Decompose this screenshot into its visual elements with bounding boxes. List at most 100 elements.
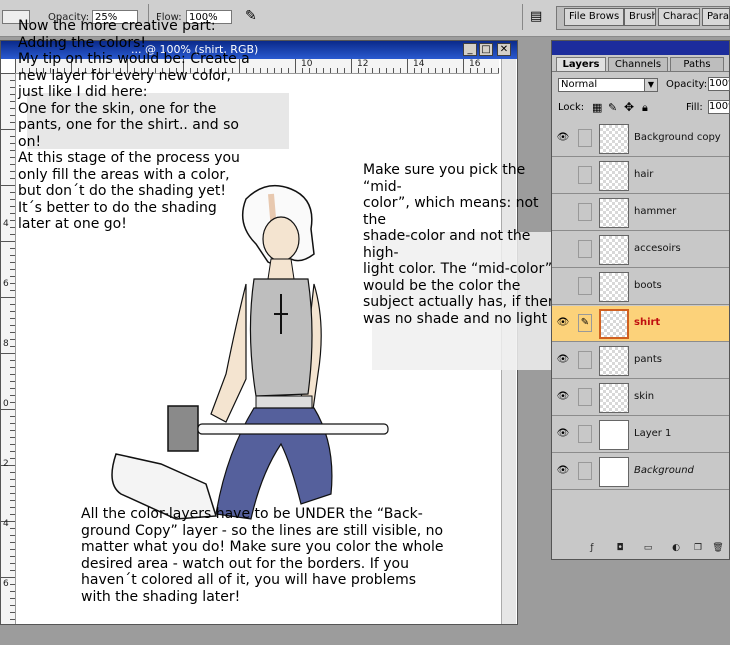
layer-name: accesoirs bbox=[634, 243, 681, 254]
layer-thumbnail bbox=[599, 383, 629, 413]
layer-thumbnail bbox=[599, 272, 629, 302]
layer-row[interactable]: accesoirs bbox=[552, 232, 729, 268]
layer-mask-icon[interactable]: ◘ bbox=[614, 543, 626, 554]
layer-row[interactable]: hair bbox=[552, 158, 729, 194]
chevron-down-icon: ▼ bbox=[644, 79, 657, 91]
palette-opacity-label: Opacity: bbox=[666, 79, 708, 90]
layer-name: skin bbox=[634, 391, 655, 402]
layer-row[interactable]: 👁︎ skin bbox=[552, 380, 729, 416]
layer-name: Background bbox=[634, 465, 694, 476]
visibility-eye-icon[interactable]: 👁︎ bbox=[556, 317, 570, 329]
ruler-number: 12 bbox=[357, 59, 369, 69]
link-box[interactable] bbox=[578, 425, 592, 443]
layer-row[interactable]: 👁︎ ✎ shirt bbox=[552, 306, 729, 342]
ruler-number: 10 bbox=[301, 59, 313, 69]
left-arm bbox=[210, 283, 247, 423]
visibility-eye-icon[interactable]: 👁︎ bbox=[556, 354, 570, 366]
tab-paths[interactable]: Paths bbox=[670, 57, 724, 71]
link-box[interactable] bbox=[578, 203, 592, 221]
new-layer-icon[interactable]: ❐ bbox=[692, 543, 704, 554]
lock-move-icon[interactable]: ✥ bbox=[624, 100, 634, 114]
adjustment-layer-icon[interactable]: ◐ bbox=[670, 543, 682, 554]
intro-note: Now the more creative part: Adding the c… bbox=[18, 18, 250, 232]
ruler-number: 2 bbox=[3, 459, 9, 469]
lock-label: Lock: bbox=[558, 102, 585, 113]
fill-field[interactable]: 100% bbox=[708, 100, 730, 114]
layer-row[interactable]: hammer bbox=[552, 195, 729, 231]
layer-thumbnail bbox=[599, 235, 629, 265]
layers-palette: Layers Channels Paths Normal ▼ Opacity: … bbox=[551, 40, 730, 560]
brush-icon[interactable]: ✎ bbox=[578, 314, 592, 332]
link-box[interactable] bbox=[578, 351, 592, 369]
visibility-eye-icon[interactable]: 👁︎ bbox=[556, 132, 570, 144]
layer-thumbnail bbox=[599, 124, 629, 154]
well-paragraph[interactable]: Parag bbox=[702, 8, 730, 26]
lock-paint-icon[interactable]: ✎ bbox=[608, 101, 617, 114]
layer-name: shirt bbox=[634, 317, 661, 328]
link-box[interactable] bbox=[578, 277, 592, 295]
layer-thumbnail bbox=[599, 161, 629, 191]
layer-name: hammer bbox=[634, 206, 677, 217]
layer-row[interactable]: boots bbox=[552, 269, 729, 305]
layer-thumbnail bbox=[599, 198, 629, 228]
link-box[interactable] bbox=[578, 462, 592, 480]
layer-name: boots bbox=[634, 280, 662, 291]
neck-shape bbox=[267, 258, 295, 280]
hammer-head bbox=[167, 405, 199, 452]
ruler-number: 0 bbox=[3, 399, 9, 409]
separator bbox=[522, 4, 523, 30]
tab-layers[interactable]: Layers bbox=[556, 57, 606, 71]
layer-name: Background copy bbox=[634, 132, 721, 143]
vertical-ruler: 46802468 bbox=[1, 73, 16, 624]
layer-thumbnail bbox=[599, 457, 629, 487]
ruler-number: 8 bbox=[3, 339, 9, 349]
close-button[interactable]: ✕ bbox=[497, 43, 511, 56]
layer-name: hair bbox=[634, 169, 654, 180]
ruler-number: 4 bbox=[3, 219, 9, 229]
blend-mode-select[interactable]: Normal ▼ bbox=[558, 78, 658, 92]
palette-well-icon[interactable]: ▤ bbox=[530, 9, 542, 24]
visibility-eye-icon[interactable] bbox=[556, 243, 570, 255]
fill-label: Fill: bbox=[686, 102, 703, 113]
visibility-eye-icon[interactable]: 👁︎ bbox=[556, 391, 570, 403]
palette-title-bar[interactable] bbox=[552, 41, 729, 55]
well-character[interactable]: Charact bbox=[658, 8, 700, 26]
layer-style-icon[interactable]: ƒ bbox=[586, 543, 598, 554]
visibility-eye-icon[interactable] bbox=[556, 169, 570, 181]
well-file-browser[interactable]: File Brows bbox=[564, 8, 624, 26]
belt-shape bbox=[255, 395, 313, 409]
minimize-button[interactable]: _ bbox=[463, 43, 477, 56]
link-box[interactable] bbox=[578, 388, 592, 406]
layers-note: All the color-layers have to be UNDER th… bbox=[81, 506, 444, 605]
layer-set-icon[interactable]: ▭ bbox=[642, 543, 654, 554]
visibility-eye-icon[interactable] bbox=[556, 280, 570, 292]
blend-mode-value: Normal bbox=[561, 79, 598, 90]
trash-icon[interactable]: 🗑︎ bbox=[712, 543, 724, 554]
link-box[interactable] bbox=[578, 166, 592, 184]
midcolor-note: Make sure you pick the “mid- color”, whi… bbox=[363, 162, 562, 327]
ruler-number: 14 bbox=[413, 59, 425, 69]
maximize-button[interactable]: □ bbox=[479, 43, 493, 56]
hammer-handle bbox=[197, 423, 389, 435]
layer-row[interactable]: 👁︎ Background copy bbox=[552, 121, 729, 157]
layer-row[interactable]: 👁︎ pants bbox=[552, 343, 729, 379]
tab-channels[interactable]: Channels bbox=[608, 57, 668, 71]
link-box[interactable] bbox=[578, 240, 592, 258]
visibility-eye-icon[interactable] bbox=[556, 206, 570, 218]
palette-opacity-field[interactable]: 100% bbox=[708, 77, 730, 91]
layer-thumbnail bbox=[599, 309, 629, 339]
visibility-eye-icon[interactable]: 👁︎ bbox=[556, 465, 570, 477]
ruler-number: 16 bbox=[469, 59, 481, 69]
layer-name: Layer 1 bbox=[634, 428, 672, 439]
lock-transparency-icon[interactable]: ▦ bbox=[592, 101, 602, 114]
divider bbox=[552, 71, 729, 72]
visibility-eye-icon[interactable]: 👁︎ bbox=[556, 428, 570, 440]
layer-thumbnail bbox=[599, 420, 629, 450]
layer-name: pants bbox=[634, 354, 662, 365]
layer-row[interactable]: 👁︎ Background bbox=[552, 454, 729, 490]
lock-all-icon[interactable]: 🔒︎ bbox=[642, 101, 648, 115]
ruler-number: 6 bbox=[3, 279, 9, 289]
link-box[interactable] bbox=[578, 129, 592, 147]
layer-row[interactable]: 👁︎ Layer 1 bbox=[552, 417, 729, 453]
well-brushes[interactable]: Brush bbox=[624, 8, 656, 26]
